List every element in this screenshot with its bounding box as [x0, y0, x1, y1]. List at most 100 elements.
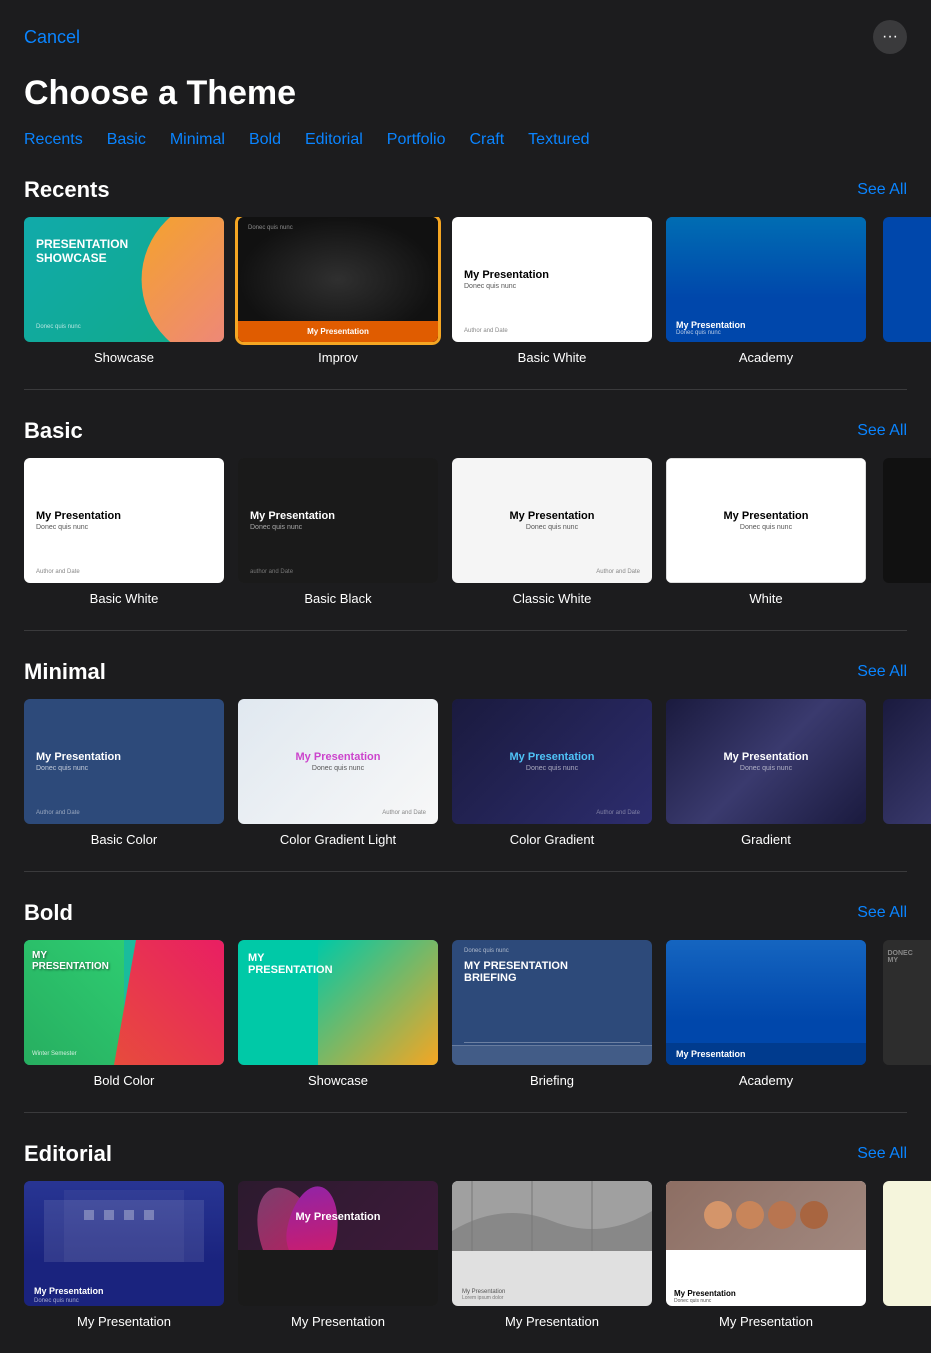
- theme-thumb-basic-black: My Presentation Donec quis nunc author a…: [238, 458, 438, 583]
- theme-thumb-gradient: My Presentation Donec quis nunc: [666, 699, 866, 824]
- g-sub: Donec quis nunc: [678, 765, 854, 772]
- theme-card-editorial-bw[interactable]: My Presentation Lorem ipsum dolor My Pre…: [452, 1181, 652, 1329]
- editorial-row: My Presentation Donec quis nunc My Prese…: [0, 1181, 931, 1329]
- theme-label-basic-white-recent: Basic White: [518, 350, 587, 365]
- academy-title: My Presentation: [676, 320, 856, 330]
- theme-card-partial-3[interactable]: [880, 699, 931, 847]
- theme-card-gradient[interactable]: My Presentation Donec quis nunc Gradient: [666, 699, 866, 847]
- divider-minimal-bold: [24, 871, 907, 872]
- more-options-button[interactable]: ···: [873, 20, 907, 54]
- theme-card-editorial-blue[interactable]: My Presentation Donec quis nunc My Prese…: [24, 1181, 224, 1329]
- theme-card-editorial-kids[interactable]: My Presentation Donec quis nunc My Prese…: [666, 1181, 866, 1329]
- tab-portfolio[interactable]: Portfolio: [387, 131, 446, 149]
- basic-white-preview: My Presentation Donec quis nunc Author a…: [24, 458, 224, 583]
- theme-card-basic-white-recent[interactable]: My Presentation Donec quis nunc Author a…: [452, 217, 652, 365]
- tab-editorial[interactable]: Editorial: [305, 131, 363, 149]
- theme-card-classic-white[interactable]: My Presentation Donec quis nunc Author a…: [452, 458, 652, 606]
- partial-thumb-2: [883, 458, 931, 583]
- theme-card-basic-color[interactable]: My Presentation Donec quis nunc Author a…: [24, 699, 224, 847]
- bold-showcase-person: [318, 940, 438, 1065]
- theme-thumb-bold-academy: My Presentation: [666, 940, 866, 1065]
- w-sub: Donec quis nunc: [679, 524, 853, 531]
- theme-card-partial-4[interactable]: DONECMY: [880, 940, 931, 1088]
- page-title: Choose a Theme: [0, 64, 931, 131]
- theme-card-partial-5[interactable]: [880, 1181, 931, 1329]
- theme-card-basic-white[interactable]: My Presentation Donec quis nunc Author a…: [24, 458, 224, 606]
- theme-label-editorial-blue: My Presentation: [77, 1314, 171, 1329]
- theme-card-color-gradient-light[interactable]: My Presentation Donec quis nunc Author a…: [238, 699, 438, 847]
- divider-bold-editorial: [24, 1112, 907, 1113]
- tab-textured[interactable]: Textured: [528, 131, 589, 149]
- theme-card-editorial-dark[interactable]: My Presentation My Presentation: [238, 1181, 438, 1329]
- editorial-bw-small: Lorem ipsum dolor: [462, 1295, 505, 1301]
- editorial-kids-preview: My Presentation Donec quis nunc: [666, 1181, 866, 1306]
- theme-label-gradient: Gradient: [741, 832, 791, 847]
- section-bold-title: Bold: [24, 900, 73, 926]
- theme-label-editorial-kids: My Presentation: [719, 1314, 813, 1329]
- section-minimal-title: Minimal: [24, 659, 106, 685]
- theme-thumb-bold-color: MYPRESENTATION Winter Semester: [24, 940, 224, 1065]
- theme-label-improv: Improv: [318, 350, 358, 365]
- header: Cancel ···: [0, 0, 931, 64]
- tab-basic[interactable]: Basic: [107, 131, 146, 149]
- theme-card-bold-showcase[interactable]: MYPRESENTATION Showcase: [238, 940, 438, 1088]
- section-bold: Bold See All MYPRESENTATION Winter Semes…: [0, 892, 931, 1112]
- tab-minimal[interactable]: Minimal: [170, 131, 225, 149]
- theme-card-improv[interactable]: Donec quis nunc My Presentation Improv: [238, 217, 438, 365]
- section-editorial-title: Editorial: [24, 1141, 112, 1167]
- theme-card-basic-black[interactable]: My Presentation Donec quis nunc author a…: [238, 458, 438, 606]
- theme-card-showcase[interactable]: PRESENTATIONShowcase Donec quis nunc Sho…: [24, 217, 224, 365]
- cg-author: Author and Date: [596, 810, 640, 816]
- theme-thumb-editorial-kids: My Presentation Donec quis nunc: [666, 1181, 866, 1306]
- theme-thumb-white: My Presentation Donec quis nunc: [666, 458, 866, 583]
- editorial-see-all[interactable]: See All: [857, 1145, 907, 1163]
- bw2-title: My Presentation: [36, 510, 212, 522]
- theme-card-partial-1[interactable]: [880, 217, 931, 365]
- theme-card-bold-color[interactable]: MYPRESENTATION Winter Semester Bold Colo…: [24, 940, 224, 1088]
- theme-thumb-briefing: Donec quis nunc MY PRESENTATIONBriefing: [452, 940, 652, 1065]
- recents-row: PRESENTATIONShowcase Donec quis nunc Sho…: [0, 217, 931, 365]
- section-basic-header: Basic See All: [0, 410, 931, 458]
- bold-pres-text: MYPRESENTATION: [32, 950, 109, 972]
- bb-author: author and Date: [250, 569, 293, 575]
- bw-title: My Presentation: [464, 269, 640, 281]
- bw2-sub: Donec quis nunc: [36, 524, 212, 531]
- editorial-kids-area: [666, 1181, 866, 1250]
- tab-bold[interactable]: Bold: [249, 131, 281, 149]
- bold-color-preview: MYPRESENTATION Winter Semester: [24, 940, 224, 1065]
- theme-label-classic-white: Classic White: [513, 591, 592, 606]
- bw-sub: Donec quis nunc: [464, 283, 640, 290]
- divider-basic-minimal: [24, 630, 907, 631]
- theme-label-color-gradient-light: Color Gradient Light: [280, 832, 396, 847]
- editorial-blue-sub: Donec quis nunc: [34, 1298, 79, 1304]
- theme-thumb-academy-recent: My Presentation Donec quis nunc: [666, 217, 866, 342]
- bold-academy-turtle: [666, 940, 866, 1021]
- cancel-button[interactable]: Cancel: [24, 27, 80, 48]
- academy-preview: My Presentation Donec quis nunc: [666, 217, 866, 342]
- recents-see-all[interactable]: See All: [857, 181, 907, 199]
- theme-label-bold-academy: Academy: [739, 1073, 793, 1088]
- theme-card-color-gradient[interactable]: My Presentation Donec quis nunc Author a…: [452, 699, 652, 847]
- cw-title: My Presentation: [464, 510, 640, 522]
- briefing-line: [464, 1042, 640, 1043]
- theme-card-briefing[interactable]: Donec quis nunc MY PRESENTATIONBriefing …: [452, 940, 652, 1088]
- theme-card-white[interactable]: My Presentation Donec quis nunc White: [666, 458, 866, 606]
- theme-thumb-color-gradient: My Presentation Donec quis nunc Author a…: [452, 699, 652, 824]
- tab-recents[interactable]: Recents: [24, 131, 83, 149]
- academy-bottom: My Presentation Donec quis nunc: [666, 314, 866, 342]
- theme-card-partial-2[interactable]: [880, 458, 931, 606]
- bb-sub: Donec quis nunc: [250, 524, 426, 531]
- section-editorial-header: Editorial See All: [0, 1133, 931, 1181]
- theme-label-editorial-dark: My Presentation: [291, 1314, 385, 1329]
- theme-label-bold-color: Bold Color: [94, 1073, 155, 1088]
- showcase-preview: PRESENTATIONShowcase Donec quis nunc: [24, 217, 224, 342]
- editorial-dark-title: My Presentation: [248, 1211, 428, 1223]
- tab-craft[interactable]: Craft: [470, 131, 505, 149]
- basic-see-all[interactable]: See All: [857, 422, 907, 440]
- minimal-see-all[interactable]: See All: [857, 663, 907, 681]
- bold-see-all[interactable]: See All: [857, 904, 907, 922]
- white-preview: My Presentation Donec quis nunc: [666, 458, 866, 583]
- theme-card-bold-academy[interactable]: My Presentation Academy: [666, 940, 866, 1088]
- partial-thumb-1: [883, 217, 931, 342]
- theme-card-academy-recent[interactable]: My Presentation Donec quis nunc Academy: [666, 217, 866, 365]
